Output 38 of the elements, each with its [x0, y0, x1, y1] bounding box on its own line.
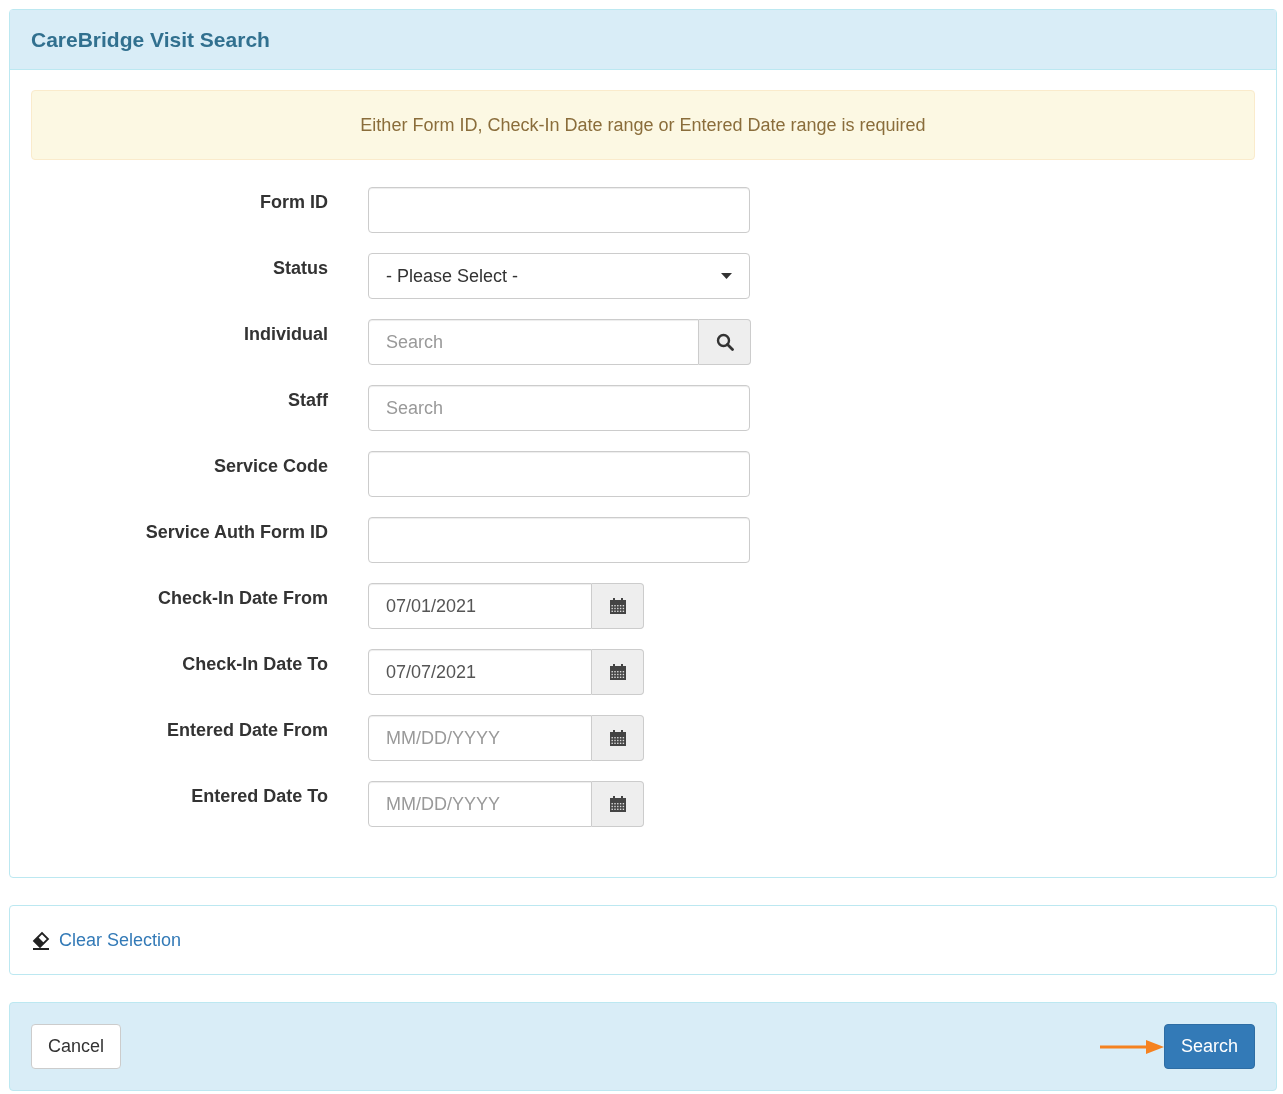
date-field[interactable]: 07/01/2021 — [368, 583, 592, 629]
calendar-button[interactable] — [592, 583, 644, 629]
field-label: Entered Date From — [165, 719, 328, 742]
search-icon — [715, 333, 734, 351]
search-button[interactable] — [699, 319, 751, 365]
calendar-icon — [608, 597, 627, 615]
calendar-button[interactable] — [592, 781, 644, 827]
field-label: Entered Date To — [190, 785, 328, 808]
field-label: Status — [272, 257, 328, 280]
calendar-icon — [608, 795, 627, 813]
calendar-button[interactable] — [592, 649, 644, 695]
text-field[interactable]: Search — [368, 385, 750, 431]
field-label: Service Code — [212, 455, 328, 478]
eraser-icon — [31, 930, 51, 950]
text-field[interactable] — [368, 187, 750, 233]
field-label: Check-In Date To — [181, 653, 328, 676]
arrow-icon — [1099, 1038, 1164, 1055]
text-field[interactable] — [368, 517, 750, 563]
field-label: Service Auth Form ID — [144, 521, 328, 544]
date-field[interactable]: MM/DD/YYYY — [368, 781, 592, 827]
calendar-icon — [608, 663, 627, 681]
field-label: Individual — [243, 323, 328, 346]
calendar-icon — [608, 729, 627, 747]
text-field[interactable] — [368, 451, 750, 497]
field-label: Staff — [287, 389, 328, 412]
search-field[interactable]: Search — [368, 319, 699, 365]
calendar-button[interactable] — [592, 715, 644, 761]
field-label: Check-In Date From — [156, 587, 328, 610]
field-label: Form ID — [259, 191, 328, 214]
date-field[interactable]: 07/07/2021 — [368, 649, 592, 695]
search-button[interactable]: Search — [1163, 1024, 1255, 1069]
cancel-button[interactable]: Cancel — [31, 1024, 122, 1069]
date-field[interactable]: MM/DD/YYYY — [368, 715, 592, 761]
panel-title: CareBridge Visit Search — [31, 26, 270, 53]
warning-message: Either Form ID, Check-In Date range or Entered Date range is required — [31, 90, 1255, 160]
clear-selection-link[interactable]: Clear Selection — [59, 926, 182, 954]
status-dropdown[interactable]: - Please Select - — [368, 253, 750, 299]
caret-icon — [721, 273, 732, 279]
